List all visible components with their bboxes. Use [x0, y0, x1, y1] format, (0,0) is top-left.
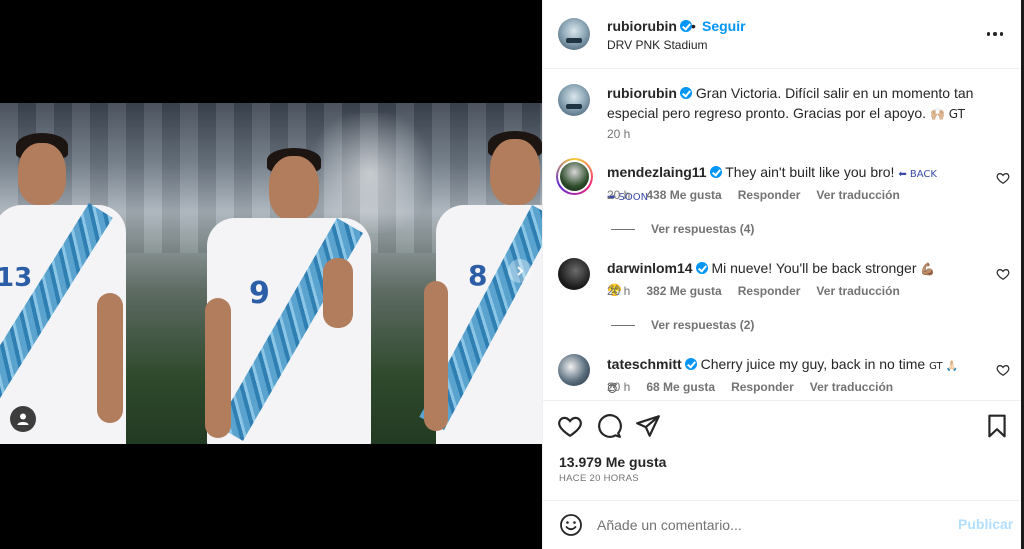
author-username-row: rubiorubin — [607, 18, 692, 34]
add-comment-bar: Publicar — [543, 500, 1021, 549]
post-location[interactable]: DRV PNK Stadium — [607, 38, 707, 52]
like-comment-heart-icon[interactable] — [996, 267, 1010, 281]
reply-button[interactable]: Responder — [738, 188, 801, 202]
view-replies-button[interactable]: Ver respuestas (2) — [611, 318, 754, 332]
like-count[interactable]: 13.979 Me gusta — [559, 454, 666, 470]
instagram-post-viewer: 13 9 8 rubiorubin • Seguir DRV PNK Stadi… — [0, 0, 1024, 549]
comment-username[interactable]: mendezlaing11 — [607, 164, 707, 180]
comment-icon[interactable] — [596, 413, 622, 439]
save-bookmark-icon[interactable] — [984, 413, 1010, 439]
replies-divider — [611, 324, 635, 326]
comment-time[interactable]: 20 h — [607, 380, 630, 394]
translate-button[interactable]: Ver traducción — [816, 284, 899, 298]
caption-username[interactable]: rubiorubin — [607, 85, 677, 101]
comment-meta: 20 h 68 Me gusta Responder Ver traducció… — [607, 380, 909, 394]
verified-badge-icon — [709, 166, 722, 178]
jersey-number: 13 — [0, 263, 33, 293]
comment-likes[interactable]: 382 Me gusta — [646, 284, 721, 298]
share-icon[interactable] — [635, 413, 661, 439]
caption-time[interactable]: 20 h — [607, 127, 630, 141]
translate-button[interactable]: Ver traducción — [816, 188, 899, 202]
caption-emoji: 🙌🏼 GT — [929, 107, 965, 121]
caption-meta: 20 h — [607, 127, 646, 141]
post-actions: 13.979 Me gusta HACE 20 HORAS Publicar — [543, 400, 1021, 549]
more-options-icon[interactable] — [983, 24, 1007, 44]
player-center: 9 — [205, 148, 375, 444]
jersey-number: 9 — [249, 276, 270, 311]
like-comment-heart-icon[interactable] — [996, 363, 1010, 377]
post-timestamp: HACE 20 HORAS — [559, 473, 639, 484]
post-header: rubiorubin • Seguir DRV PNK Stadium — [543, 0, 1021, 69]
comment-meta: 20 h 382 Me gusta Responder Ver traducci… — [607, 284, 916, 298]
verified-badge-icon — [684, 358, 697, 370]
like-heart-icon[interactable] — [557, 413, 583, 439]
verified-badge-icon — [695, 262, 708, 274]
comment-username[interactable]: tateschmitt — [607, 356, 682, 372]
replies-divider — [611, 228, 635, 230]
comment-likes[interactable]: 68 Me gusta — [646, 380, 715, 394]
view-replies-button[interactable]: Ver respuestas (4) — [611, 222, 754, 236]
author-avatar[interactable] — [558, 18, 590, 50]
player-right: 8 — [419, 131, 542, 444]
translate-button[interactable]: Ver traducción — [810, 380, 893, 394]
comment-likes[interactable]: 438 Me gusta — [646, 188, 721, 202]
comment-username[interactable]: darwinlom14 — [607, 260, 693, 276]
reply-button[interactable]: Responder — [738, 284, 801, 298]
carousel-next-button[interactable] — [508, 259, 532, 283]
user-icon — [17, 413, 29, 425]
commenter-avatar[interactable] — [558, 354, 590, 386]
commenter-avatar[interactable] — [556, 158, 593, 195]
tagged-users-button[interactable] — [10, 406, 36, 432]
post-photo[interactable]: 13 9 8 — [0, 103, 542, 444]
comment-input[interactable] — [597, 513, 937, 537]
post-side-panel: rubiorubin • Seguir DRV PNK Stadium rubi… — [542, 0, 1021, 549]
follow-button[interactable]: Seguir — [702, 18, 746, 34]
comment-time[interactable]: 20 h — [607, 284, 630, 298]
publish-button[interactable]: Publicar — [958, 516, 1013, 532]
player-left: 13 — [0, 133, 134, 444]
reply-button[interactable]: Responder — [731, 380, 794, 394]
verified-badge-icon — [680, 87, 692, 99]
emoji-icon[interactable] — [559, 513, 583, 537]
chevron-right-icon — [517, 266, 524, 276]
caption: rubiorubin Gran Victoria. Difícil salir … — [607, 83, 987, 124]
jersey-number: 8 — [468, 259, 488, 292]
commenter-avatar[interactable] — [558, 258, 590, 290]
header-separator: • — [691, 18, 696, 34]
like-comment-heart-icon[interactable] — [996, 171, 1010, 185]
author-avatar[interactable] — [558, 84, 590, 116]
comment-time[interactable]: 20 h — [607, 188, 630, 202]
comment-meta: 20 h 438 Me gusta Responder Ver traducci… — [607, 188, 916, 202]
author-username[interactable]: rubiorubin — [607, 18, 677, 34]
comments-list[interactable]: rubiorubin Gran Victoria. Difícil salir … — [543, 70, 1021, 400]
